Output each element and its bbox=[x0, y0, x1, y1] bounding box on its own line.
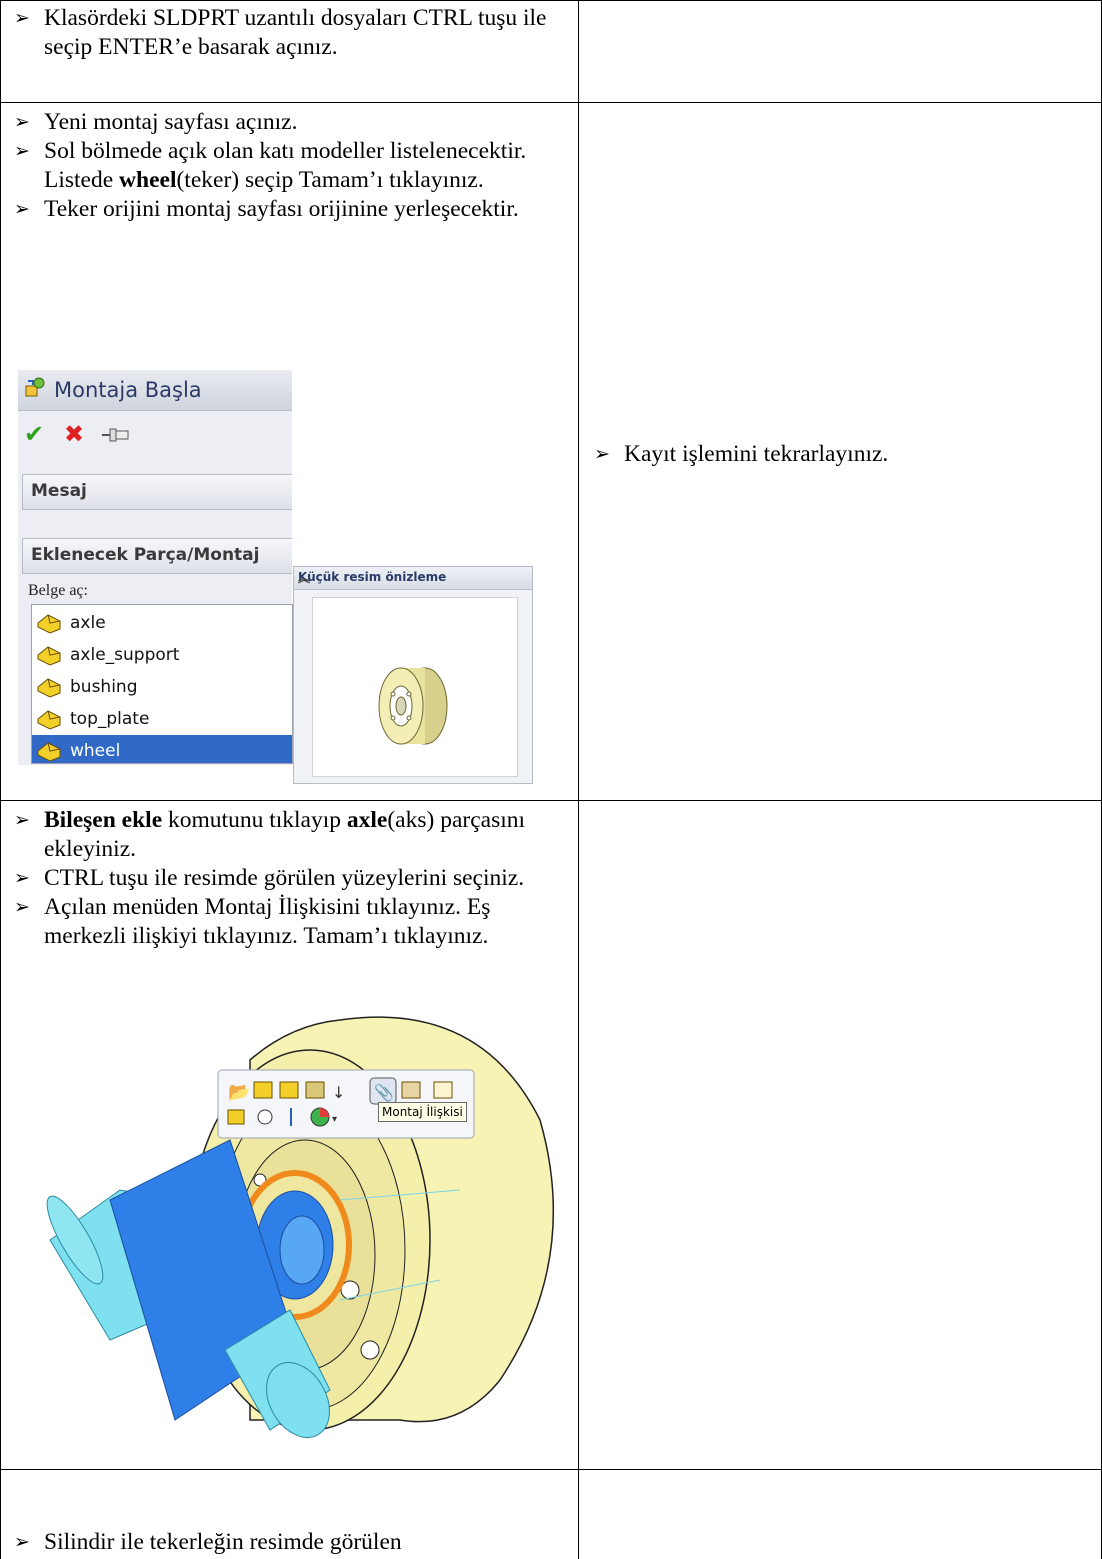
arrow-bullet-icon: ➢ bbox=[14, 809, 30, 831]
panel-title-bar: Montaja Başla bbox=[18, 370, 292, 411]
part-icon bbox=[37, 742, 61, 762]
arrow-bullet-icon: ➢ bbox=[14, 1531, 30, 1553]
group-label: Eklenecek Parça/Montaj bbox=[31, 545, 260, 565]
list-item[interactable]: top_plate bbox=[32, 703, 292, 735]
step-text: Yeni montaj sayfası açınız. bbox=[44, 109, 298, 135]
step-item: ➢ CTRL tuşu ile resimde görülen yüzeyleri… bbox=[8, 864, 568, 893]
insert-component-icon bbox=[25, 377, 45, 397]
collapse-chevron-icon[interactable]: ︽ bbox=[298, 569, 526, 586]
part-icon bbox=[37, 614, 61, 634]
thumbnail-preview-panel: Küçük resim önizleme ︽ bbox=[293, 566, 533, 784]
message-group-header[interactable]: Mesaj bbox=[22, 474, 292, 510]
arrow-bullet-icon: ➢ bbox=[14, 867, 30, 889]
row-divider-2 bbox=[0, 800, 1102, 801]
row4-left-cell: ➢ Silindir ile tekerleğin resimde görülen bbox=[8, 1528, 568, 1557]
step-text: komutunu tıklayıp bbox=[162, 807, 347, 833]
ok-check-icon[interactable]: ✔ bbox=[24, 420, 44, 448]
panel-title: Montaja Başla bbox=[54, 378, 202, 402]
step-item: ➢ Kayıt işlemini tekrarlayınız. bbox=[588, 440, 1088, 469]
row4-step-list: ➢ Silindir ile tekerleğin resimde görülen bbox=[8, 1528, 568, 1557]
step-bold-term: wheel bbox=[119, 167, 177, 193]
arrow-bullet-icon: ➢ bbox=[14, 896, 30, 918]
step-item: ➢ Teker orijini montaj sayfası orijinine … bbox=[8, 195, 568, 224]
pushpin-icon[interactable] bbox=[102, 425, 130, 445]
file-name: top_plate bbox=[70, 709, 150, 729]
part-icon bbox=[37, 678, 61, 698]
row3-left-cell: ➢ Bileşen ekle komutunu tıklayıp axle(aks… bbox=[8, 806, 568, 951]
assembly-illustration: 📂 ↓ 📎 ▾ bbox=[46, 1016, 555, 1438]
table-top-border bbox=[0, 0, 1102, 1]
table-left-border bbox=[0, 0, 1, 1559]
file-name: wheel bbox=[70, 741, 121, 761]
svg-text:📎: 📎 bbox=[374, 1083, 394, 1102]
row-divider-1 bbox=[0, 102, 1102, 103]
row3-step-list: ➢ Bileşen ekle komutunu tıklayıp axle(aks… bbox=[8, 806, 568, 951]
row2-right-cell: ➢ Kayıt işlemini tekrarlayınız. bbox=[588, 440, 1088, 469]
row2-left-cell: ➢ Yeni montaj sayfası açınız. ➢ Sol bölmed… bbox=[8, 108, 568, 224]
step-text: Klasördeki SLDPRT uzantılı dosyaları CTR… bbox=[44, 5, 547, 60]
step-item: ➢ Sol bölmede açık olan katı modeller lis… bbox=[8, 137, 568, 195]
step-bold-term: axle bbox=[346, 807, 388, 833]
row1-left-cell: ➢ Klasördeki SLDPRT uzantılı dosyaları CT… bbox=[8, 4, 568, 62]
arrow-bullet-icon: ➢ bbox=[14, 140, 30, 162]
step-text: Açılan menüden Montaj İlişkisini tıklayı… bbox=[44, 894, 491, 949]
open-document-label: Belge aç: bbox=[28, 582, 88, 599]
step-text: CTRL tuşu ile resimde görülen yüzeylerin… bbox=[44, 865, 525, 891]
column-divider bbox=[578, 0, 579, 1559]
file-name: bushing bbox=[70, 677, 138, 697]
step-item: ➢ Silindir ile tekerleğin resimde görülen bbox=[8, 1528, 568, 1557]
step-item: ➢ Yeni montaj sayfası açınız. bbox=[8, 108, 568, 137]
thumbnail-header[interactable]: Küçük resim önizleme ︽ bbox=[294, 567, 532, 590]
step-text: Teker orijini montaj sayfası orijinine y… bbox=[44, 196, 519, 222]
thumbnail-pane bbox=[312, 597, 518, 777]
file-name: axle bbox=[70, 613, 106, 633]
open-documents-list[interactable]: axle axle_support bushing top_plate whee… bbox=[31, 604, 293, 764]
step-text: Kayıt işlemini tekrarlayınız. bbox=[624, 441, 889, 467]
arrow-bullet-icon: ➢ bbox=[14, 111, 30, 133]
wheel-preview-image bbox=[378, 667, 448, 745]
svg-text:↓: ↓ bbox=[332, 1083, 345, 1102]
arrow-bullet-icon: ➢ bbox=[14, 7, 30, 29]
step-text: Silindir ile tekerleğin resimde görülen bbox=[44, 1529, 402, 1555]
list-item[interactable]: bushing bbox=[32, 671, 292, 703]
step-item: ➢ Klasördeki SLDPRT uzantılı dosyaları CT… bbox=[8, 4, 568, 62]
row-divider-3 bbox=[0, 1469, 1102, 1470]
arrow-bullet-icon: ➢ bbox=[594, 443, 610, 465]
mate-tooltip: Montaj İlişkisi bbox=[378, 1102, 467, 1122]
group-label: Mesaj bbox=[31, 481, 87, 501]
row2-step-list: ➢ Yeni montaj sayfası açınız. ➢ Sol bölmed… bbox=[8, 108, 568, 224]
list-item[interactable]: axle_support bbox=[32, 639, 292, 671]
step-text: (teker) seçip Tamam’ı tıklayınız. bbox=[176, 167, 484, 193]
svg-text:📂: 📂 bbox=[228, 1082, 250, 1103]
arrow-bullet-icon: ➢ bbox=[14, 198, 30, 220]
step-bold-term: Bileşen ekle bbox=[44, 807, 163, 833]
part-icon bbox=[37, 646, 61, 666]
part-icon bbox=[37, 710, 61, 730]
row2-right-step-list: ➢ Kayıt işlemini tekrarlayınız. bbox=[588, 440, 1088, 469]
step-item: ➢ Açılan menüden Montaj İlişkisini tıklay… bbox=[8, 893, 568, 951]
step-item: ➢ Bileşen ekle komutunu tıklayıp axle(aks… bbox=[8, 806, 568, 864]
file-name: axle_support bbox=[70, 645, 180, 665]
add-part-group-header[interactable]: Eklenecek Parça/Montaj bbox=[22, 538, 292, 574]
svg-text:▾: ▾ bbox=[332, 1114, 337, 1125]
list-item-selected[interactable]: wheel bbox=[32, 735, 292, 763]
list-item[interactable]: axle bbox=[32, 607, 292, 639]
cancel-x-icon[interactable]: ✖ bbox=[64, 420, 84, 448]
row1-step-list: ➢ Klasördeki SLDPRT uzantılı dosyaları CT… bbox=[8, 4, 568, 62]
